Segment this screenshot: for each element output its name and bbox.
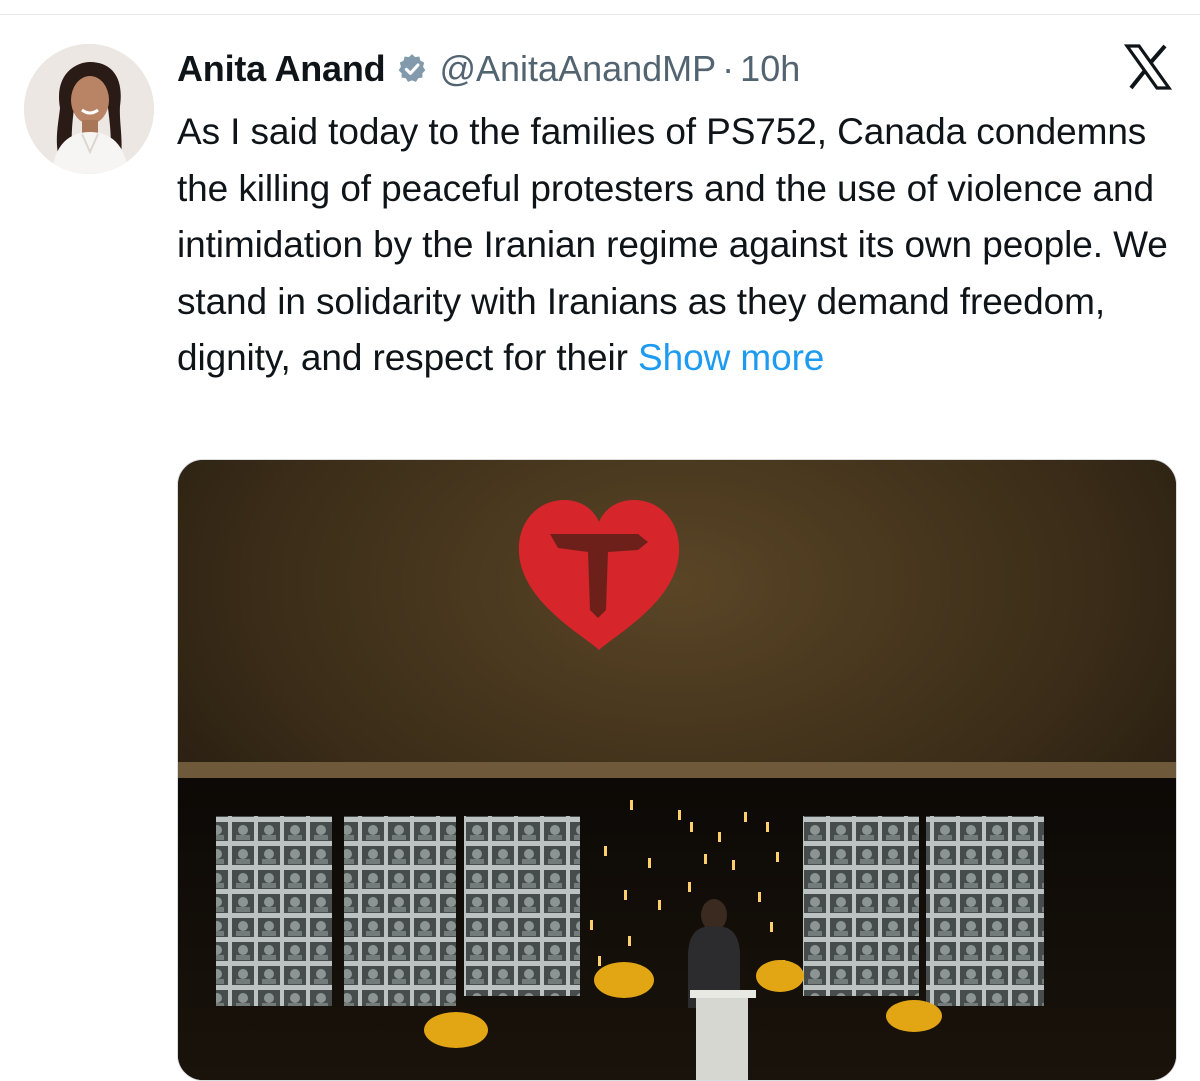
top-divider: [0, 14, 1200, 15]
tweet-timestamp[interactable]: 10h: [740, 48, 800, 90]
separator-dot: ·: [722, 48, 735, 89]
avatar[interactable]: [24, 44, 154, 174]
tweet-media-photo[interactable]: [177, 459, 1177, 1081]
x-logo-icon: [1123, 44, 1173, 90]
verified-badge-icon: [395, 52, 429, 86]
memorial-photo: [178, 460, 1176, 1080]
avatar-image: [24, 44, 154, 174]
tweet-text: As I said today to the families of PS752…: [177, 104, 1187, 387]
show-more-link[interactable]: Show more: [638, 337, 824, 378]
author-name[interactable]: Anita Anand: [177, 48, 386, 90]
author-handle[interactable]: @AnitaAnandMP: [439, 48, 716, 90]
tweet-header: Anita Anand @AnitaAnandMP · 10h: [177, 44, 800, 94]
